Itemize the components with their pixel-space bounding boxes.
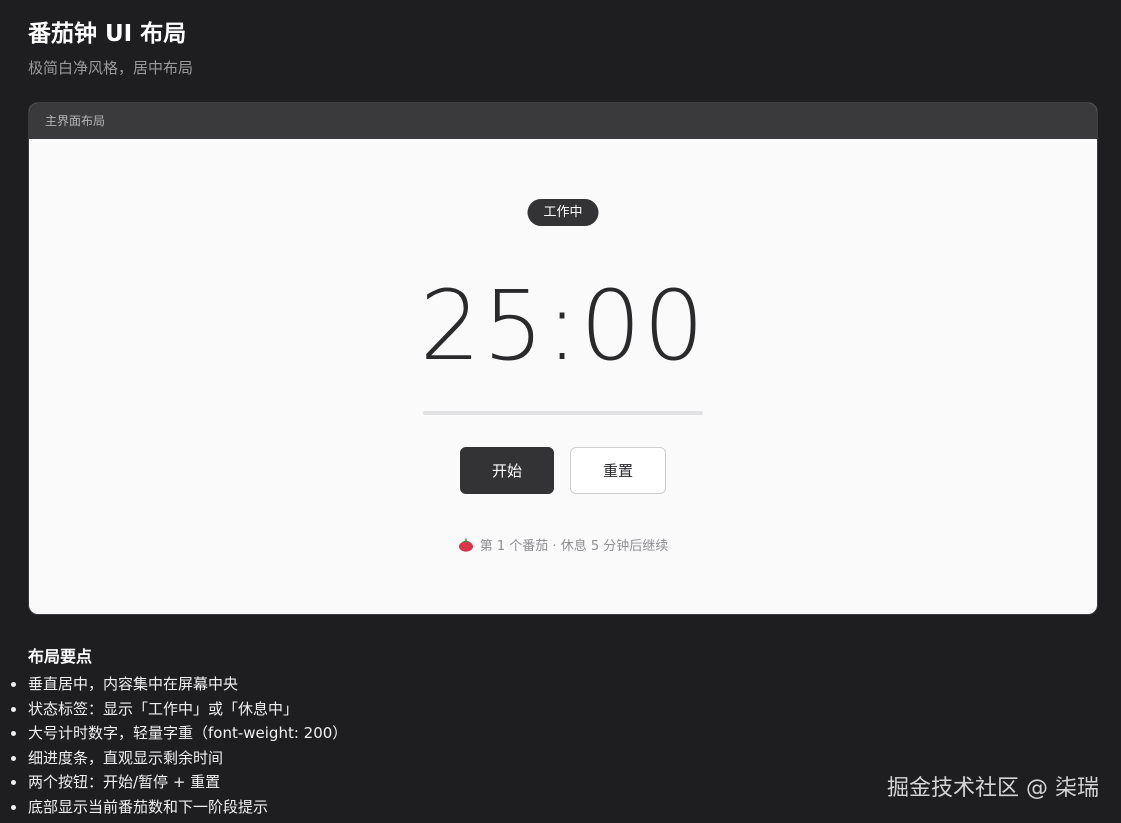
tomato-icon (458, 538, 474, 552)
card-body: 工作中 25:00 开始 重置 第 1 个番茄 · 休息 5 分钟后继续 (29, 139, 1097, 614)
session-info: 第 1 个番茄 · 休息 5 分钟后继续 (29, 535, 1097, 554)
list-item: 两个按钮：开始/暂停 + 重置 (10, 770, 347, 795)
progress-bar (423, 411, 703, 415)
list-item: 垂直居中，内容集中在屏幕中央 (10, 672, 347, 697)
list-item: 大号计时数字，轻量字重（font-weight: 200） (10, 721, 347, 746)
notes-list: 垂直居中，内容集中在屏幕中央 状态标签：显示「工作中」或「休息中」 大号计时数字… (10, 672, 347, 820)
card-header: 主界面布局 (29, 103, 1097, 139)
button-row: 开始 重置 (29, 447, 1097, 494)
page-subtitle: 极简白净风格，居中布局 (28, 59, 194, 77)
list-item: 状态标签：显示「工作中」或「休息中」 (10, 697, 347, 722)
preview-card: 主界面布局 工作中 25:00 开始 重置 第 1 个番茄 · 休息 5 分钟后… (28, 102, 1098, 615)
list-item: 底部显示当前番茄数和下一阶段提示 (10, 795, 347, 820)
notes-title: 布局要点 (28, 647, 93, 666)
page-title: 番茄钟 UI 布局 (28, 21, 187, 47)
watermark: 掘金技术社区 @ 柒瑞 (887, 776, 1099, 801)
status-badge: 工作中 (527, 199, 599, 226)
start-button[interactable]: 开始 (460, 447, 554, 494)
list-item: 细进度条，直观显示剩余时间 (10, 746, 347, 771)
reset-button[interactable]: 重置 (570, 447, 666, 494)
session-info-text: 第 1 个番茄 · 休息 5 分钟后继续 (479, 539, 669, 554)
timer-display: 25:00 (419, 270, 707, 382)
